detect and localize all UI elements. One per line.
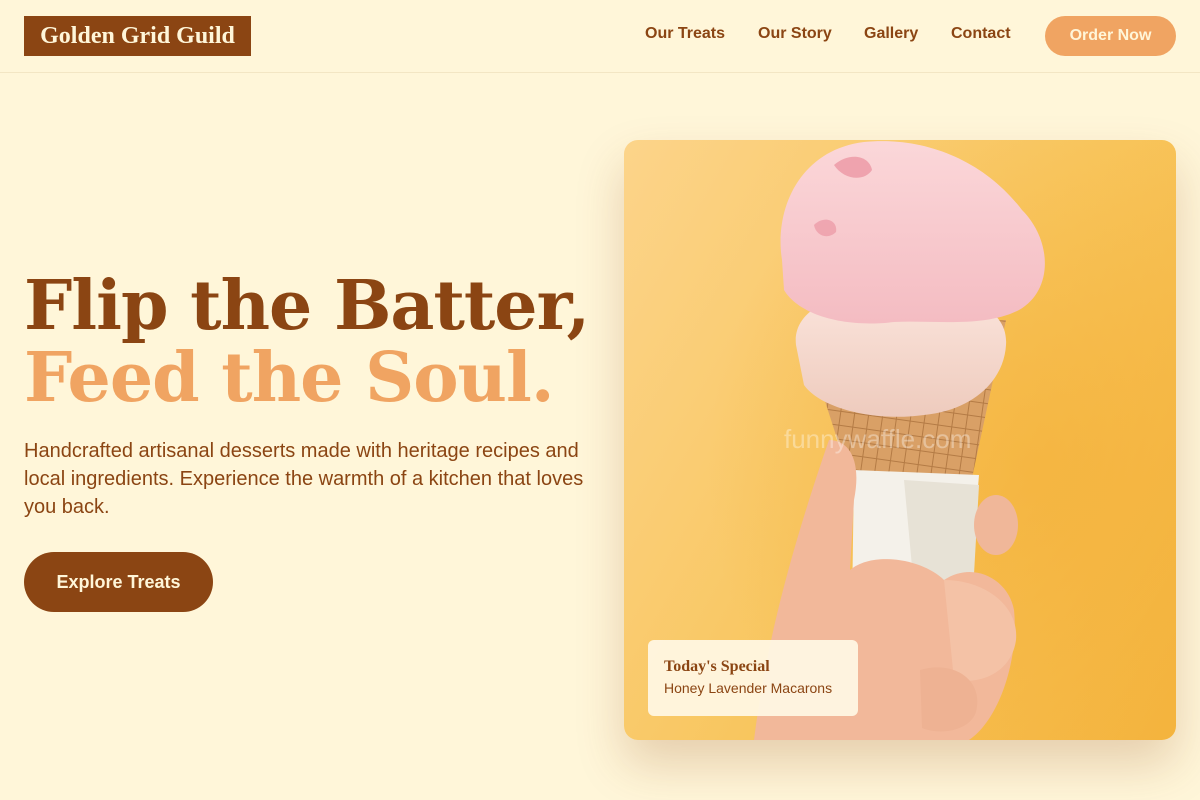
todays-special-title: Today's Special: [664, 658, 770, 675]
hero-image-card: funnywaffle.com Today's Special Honey La…: [624, 140, 1176, 740]
nav-link-our-treats[interactable]: Our Treats: [645, 24, 725, 44]
hero-headline-line-1: Flip the Batter,: [24, 266, 590, 346]
nav-link-contact[interactable]: Contact: [951, 24, 1011, 44]
order-now-button[interactable]: Order Now: [1045, 16, 1176, 56]
hero-description: Handcrafted artisanal desserts made with…: [24, 440, 584, 518]
hero-headline: Flip the Batter, Feed the Soul.: [24, 266, 590, 418]
todays-special-item: Honey Lavender Macarons: [664, 680, 833, 696]
todays-special-card: Today's Special Honey Lavender Macarons: [648, 640, 858, 716]
nav-link-gallery[interactable]: Gallery: [864, 24, 918, 44]
image-watermark: funnywaffle.com: [784, 424, 972, 454]
main-nav: Our Treats Our Story Gallery Contact: [0, 24, 1200, 48]
hero-headline-line-2: Feed the Soul.: [24, 338, 555, 418]
nav-link-our-story[interactable]: Our Story: [758, 24, 832, 44]
explore-treats-button[interactable]: Explore Treats: [24, 552, 213, 612]
site-header: Golden Grid Guild Our Treats Our Story G…: [0, 0, 1200, 73]
